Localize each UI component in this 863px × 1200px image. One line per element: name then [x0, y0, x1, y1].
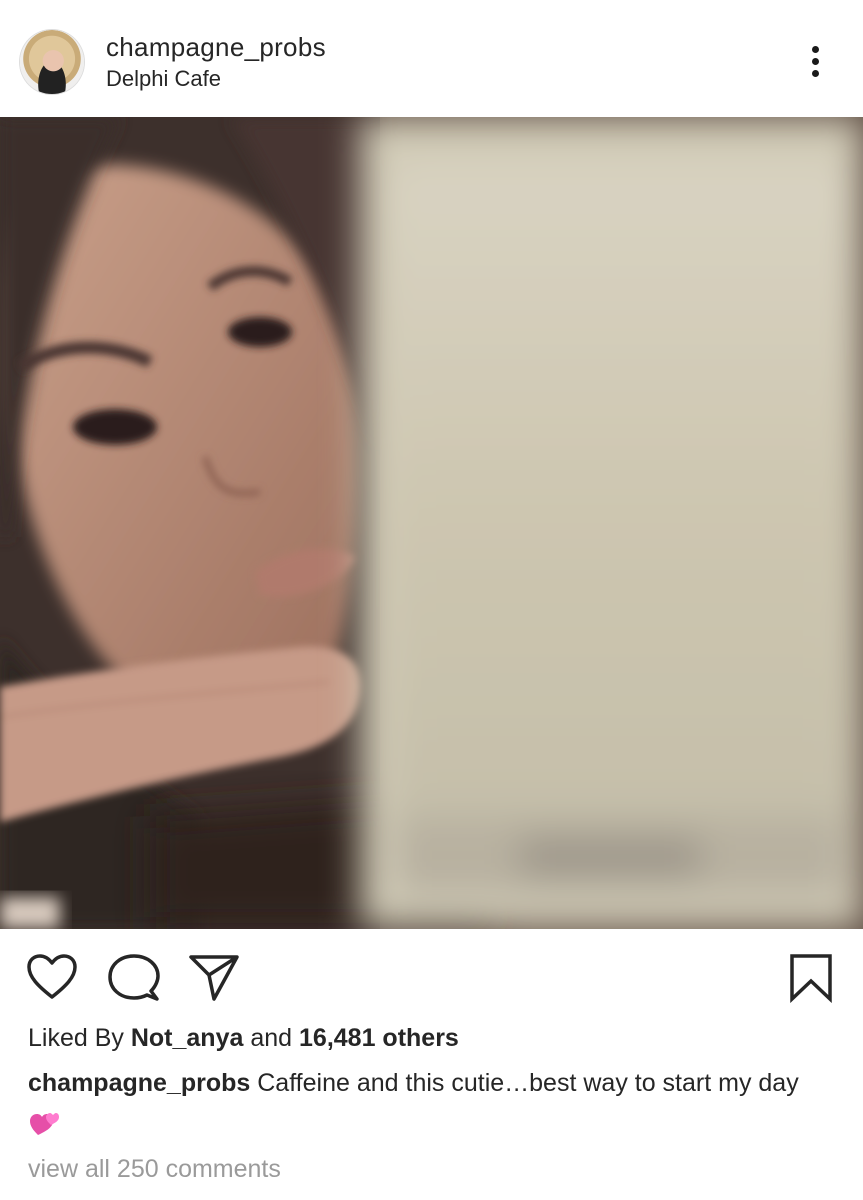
paper-plane-icon[interactable]: [188, 953, 240, 1003]
likes-summary[interactable]: Liked By Not_anya and 16,481 others: [28, 1024, 459, 1053]
liker-username[interactable]: Not_anya: [131, 1024, 244, 1052]
caption-text: Caffeine and this cutie…best way to star…: [257, 1069, 799, 1097]
bookmark-icon[interactable]: [788, 953, 834, 1003]
two-hearts-icon: [29, 1108, 59, 1151]
post-image[interactable]: [0, 117, 863, 929]
action-bar: [0, 929, 863, 1024]
post-caption: champagne_probs Caffeine and this cutie……: [28, 1062, 828, 1151]
post-username[interactable]: champagne_probs: [106, 32, 326, 63]
caption-username[interactable]: champagne_probs: [28, 1069, 250, 1097]
view-all-comments-link[interactable]: view all 250 comments: [28, 1155, 281, 1184]
likes-joiner: and: [250, 1024, 293, 1052]
post-header: champagne_probs Delphi Cafe: [0, 0, 863, 117]
likes-count[interactable]: 16,481 others: [299, 1024, 459, 1052]
more-options-icon[interactable]: [803, 44, 829, 80]
avatar[interactable]: [20, 30, 84, 94]
post-location[interactable]: Delphi Cafe: [106, 66, 221, 92]
heart-icon[interactable]: [26, 953, 78, 1001]
comment-bubble-icon[interactable]: [107, 953, 161, 1005]
likes-prefix: Liked By: [28, 1024, 124, 1052]
